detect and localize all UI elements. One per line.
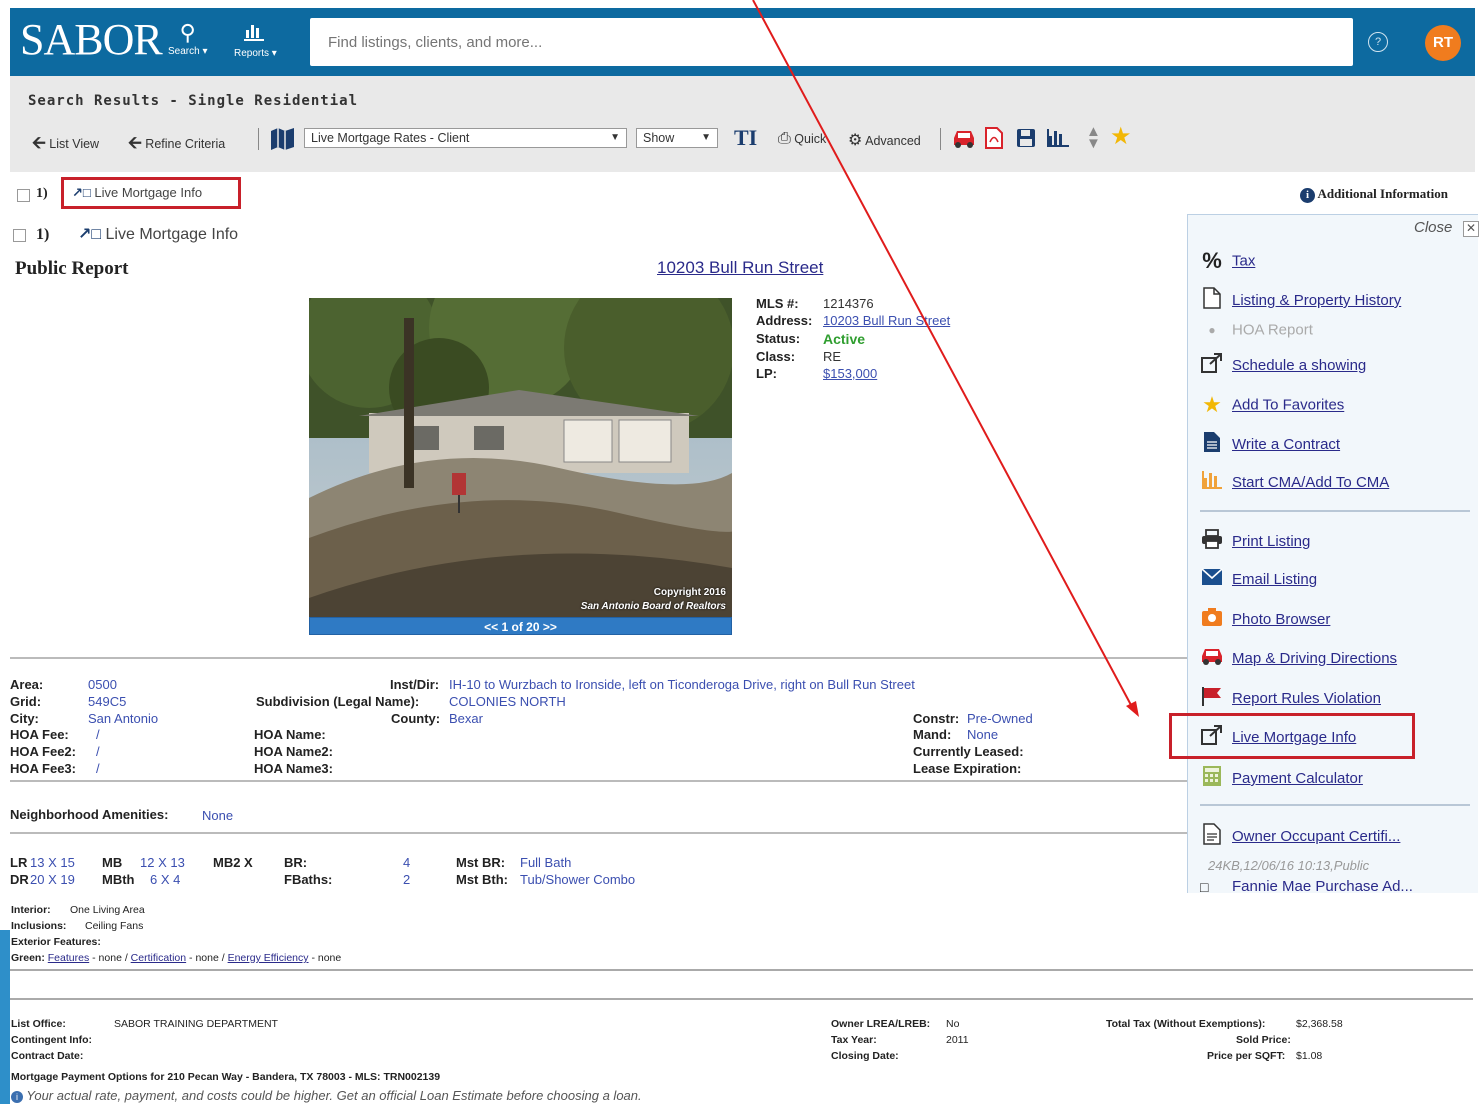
left-edge-bar: [0, 930, 10, 1104]
section-divider: [10, 998, 1473, 1000]
interior-label: Interior:: [11, 904, 51, 916]
inclusions-value: Ceiling Fans: [85, 920, 144, 932]
section-divider: [10, 969, 1473, 971]
owner-lrea-label: Owner LREA/LREB:: [831, 1018, 931, 1030]
inclusions-label: Inclusions:: [11, 920, 67, 932]
total-tax-value: $2,368.58: [1296, 1018, 1343, 1030]
contingent-info-label: Contingent Info:: [11, 1034, 93, 1046]
mortgage-disclaimer: i Your actual rate, payment, and costs c…: [11, 1088, 642, 1103]
green-energy-link[interactable]: Energy Efficiency: [228, 952, 309, 964]
list-office-label: List Office:: [11, 1018, 66, 1030]
price-per-sqft-label: Price per SQFT:: [1207, 1050, 1286, 1062]
owner-lrea-value: No: [946, 1018, 960, 1030]
sold-price-label: Sold Price:: [1236, 1034, 1291, 1046]
contract-date-label: Contract Date:: [11, 1050, 84, 1062]
info-icon: i: [11, 1091, 23, 1103]
green-features-link[interactable]: Features: [48, 952, 89, 964]
tax-year-value: 2011: [946, 1034, 969, 1046]
price-per-sqft-value: $1.08: [1296, 1050, 1323, 1062]
green-certification-link[interactable]: Certification: [131, 952, 186, 964]
mortgage-options-heading: Mortgage Payment Options for 210 Pecan W…: [11, 1071, 441, 1083]
total-tax-label: Total Tax (Without Exemptions):: [1106, 1018, 1266, 1030]
closing-date-label: Closing Date:: [831, 1050, 899, 1062]
exterior-features-label: Exterior Features:: [11, 936, 101, 948]
green-features-row: Green: Features - none / Certification -…: [11, 952, 342, 964]
list-office-value: SABOR TRAINING DEPARTMENT: [114, 1018, 278, 1030]
tax-year-label: Tax Year:: [831, 1034, 877, 1046]
interior-value: One Living Area: [70, 904, 145, 916]
